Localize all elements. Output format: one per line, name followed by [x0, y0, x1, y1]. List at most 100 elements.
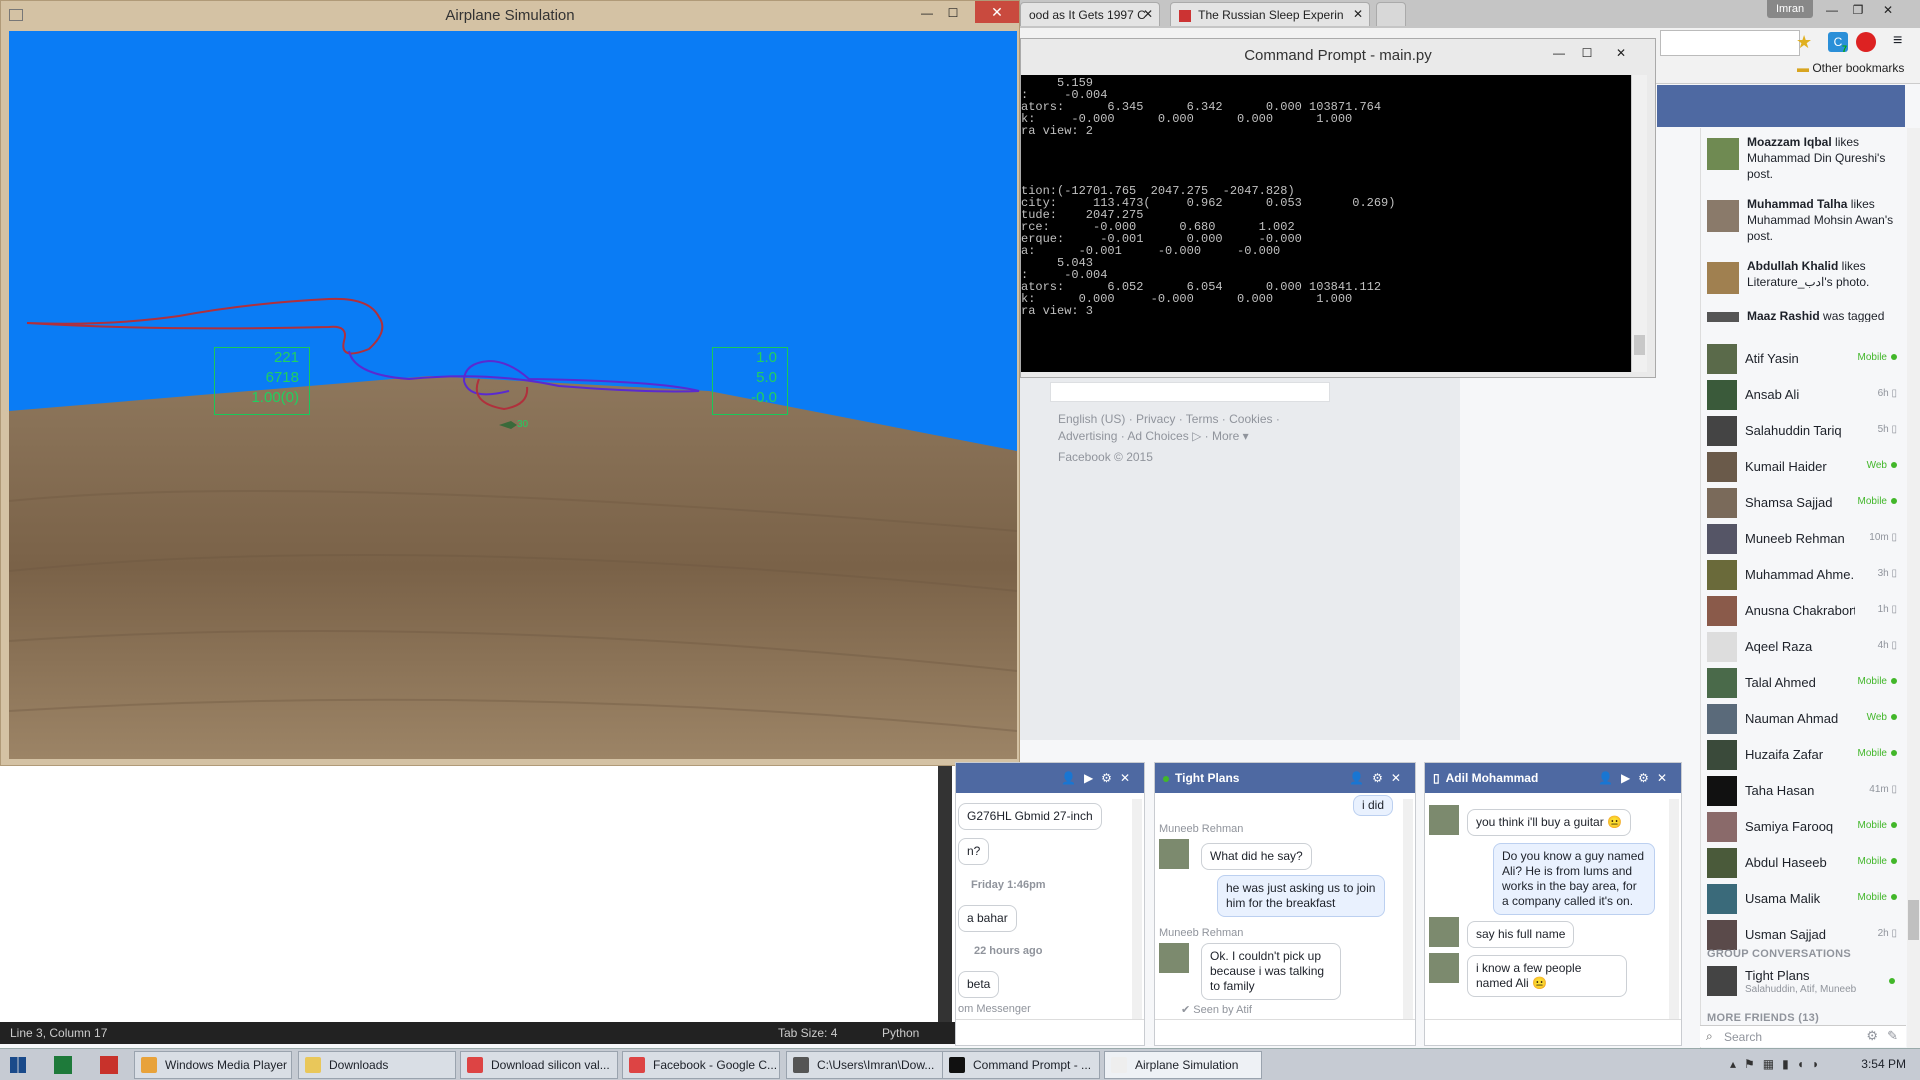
scrollbar-thumb[interactable]: [1908, 900, 1919, 940]
contact-item[interactable]: Huzaifa Zafar Mobile: [1705, 738, 1901, 772]
taskbar-item[interactable]: Downloads: [298, 1051, 456, 1079]
taskbar-item[interactable]: Download silicon val...: [460, 1051, 618, 1079]
profile-badge[interactable]: Imran: [1767, 0, 1813, 18]
tab-size[interactable]: Tab Size: 4: [778, 1026, 837, 1040]
group-conversation-item[interactable]: Tight Plans Salahuddin, Atif, Muneeb: [1705, 964, 1901, 998]
browser-tab[interactable]: The Russian Sleep Experin ✕: [1170, 2, 1370, 26]
contact-item[interactable]: Nauman Ahmad Web: [1705, 702, 1901, 736]
status-text: 6h ▯: [1877, 388, 1897, 399]
chat-input[interactable]: [1155, 1019, 1415, 1045]
contact-item[interactable]: Samiya Farooq Mobile: [1705, 810, 1901, 844]
calculator-icon[interactable]: [100, 1056, 118, 1074]
taskbar-item[interactable]: Windows Media Player: [134, 1051, 292, 1079]
star-icon[interactable]: ★: [1796, 32, 1812, 53]
menu-icon[interactable]: ≡: [1893, 32, 1902, 50]
online-dot-icon: [1163, 775, 1169, 782]
chat-header[interactable]: Tight Plans 👤⚙✕: [1155, 763, 1415, 793]
syntax-mode[interactable]: Python: [882, 1026, 919, 1040]
close-icon[interactable]: ✕: [1143, 7, 1153, 21]
contact-item[interactable]: Shamsa Sajjad Mobile: [1705, 486, 1901, 520]
taskbar-item[interactable]: Facebook - Google C...: [622, 1051, 780, 1079]
chat-input[interactable]: [956, 1019, 1144, 1045]
start-icon[interactable]: [10, 1057, 26, 1073]
contact-item[interactable]: Usman Sajjad 2h ▯: [1705, 918, 1901, 952]
seen-indicator: ✔ Seen by Atif: [1181, 1004, 1252, 1016]
avatar: [1429, 917, 1459, 947]
contact-item[interactable]: Salahuddin Tariq 5h ▯: [1705, 414, 1901, 448]
compose-icon[interactable]: ✎: [1887, 1028, 1898, 1044]
close-icon[interactable]: ✕: [1874, 0, 1902, 20]
contact-status: Mobile: [1858, 676, 1897, 687]
contact-item[interactable]: Muhammad Ahme... 3h ▯: [1705, 558, 1901, 592]
contact-item[interactable]: Anusna Chakraborty 1h ▯: [1705, 594, 1901, 628]
other-bookmarks[interactable]: ▬ Other bookmarks: [1797, 61, 1904, 75]
close-icon[interactable]: ✕: [1607, 43, 1635, 63]
chat-input[interactable]: [1425, 1019, 1681, 1045]
excel-icon[interactable]: [54, 1056, 72, 1074]
close-icon[interactable]: ✕: [1353, 7, 1363, 21]
console-output[interactable]: 5.159: -0.004 ators: 6.345 6.342 0.000 10…: [1021, 75, 1631, 372]
fb-footer-links[interactable]: English (US) · Privacy · Terms · Cookies…: [1058, 412, 1280, 426]
minimize-icon[interactable]: —: [913, 3, 941, 23]
contact-item[interactable]: Ansab Ali 6h ▯: [1705, 378, 1901, 412]
contact-item[interactable]: Muneeb Rehman 10m ▯: [1705, 522, 1901, 556]
chat-header-icons[interactable]: 👤⚙✕: [1349, 763, 1409, 793]
close-button[interactable]: ✕: [975, 1, 1019, 23]
status-text: Mobile: [1857, 748, 1887, 759]
contact-name: Muneeb Rehman: [1745, 531, 1845, 546]
online-dot-icon: [1891, 354, 1897, 361]
contact-item[interactable]: Kumail Haider Web: [1705, 450, 1901, 484]
browser-tab[interactable]: ood as It Gets 1997 C ✕: [1020, 2, 1160, 26]
address-bar[interactable]: [1660, 30, 1800, 56]
gear-icon[interactable]: ⚙: [1866, 1028, 1878, 1044]
editor-scrollbar[interactable]: [938, 766, 952, 1022]
new-tab-button[interactable]: [1376, 2, 1406, 26]
minimize-icon[interactable]: —: [1818, 0, 1846, 20]
ticker-item[interactable]: Moazzam Iqbal likes Muhammad Din Qureshi…: [1707, 134, 1905, 182]
code-editor[interactable]: [0, 766, 955, 1022]
status-text: 41m ▯: [1869, 784, 1897, 795]
fb-footer-links-2[interactable]: Advertising · Ad Choices ▷ · More ▾: [1058, 429, 1249, 443]
contact-status: 41m ▯: [1869, 784, 1897, 795]
taskbar-item[interactable]: Airplane Simulation: [1104, 1051, 1262, 1079]
taskbar-item[interactable]: C:\Users\Imran\Dow...: [786, 1051, 944, 1079]
contact-name: Samiya Farooq: [1745, 819, 1834, 834]
ticker-item[interactable]: Maaz Rashid was tagged: [1707, 308, 1905, 322]
hud-speed: 221: [273, 349, 299, 366]
taskbar-item[interactable]: Command Prompt - ...: [942, 1051, 1100, 1079]
opera-icon[interactable]: [1856, 32, 1876, 52]
chat-header-icons[interactable]: 👤▶⚙✕: [1061, 763, 1138, 793]
contact-item[interactable]: Talal Ahmed Mobile: [1705, 666, 1901, 700]
simulation-viewport[interactable]: 30 221 6718 1.00(0) 1.0 5.0 -0.0: [9, 31, 1017, 759]
minimize-icon[interactable]: —: [1545, 43, 1573, 63]
contact-status: 4h ▯: [1878, 640, 1897, 651]
clock[interactable]: 3:54 PM: [1861, 1057, 1906, 1071]
contact-status: Mobile: [1858, 892, 1897, 903]
tray-icons[interactable]: ▴⚑▦▮◖◗: [1730, 1057, 1827, 1071]
contact-item[interactable]: Aqeel Raza 4h ▯: [1705, 630, 1901, 664]
more-friends-heading: MORE FRIENDS (13): [1707, 1012, 1820, 1024]
chat-header[interactable]: ▯ Adil Mohammad 👤▶⚙✕: [1425, 763, 1681, 793]
sidebar-search[interactable]: ⌕ Search ⚙ ✎: [1700, 1025, 1906, 1047]
chat-scrollbar[interactable]: [1669, 799, 1679, 1019]
contact-item[interactable]: Usama Malik Mobile: [1705, 882, 1901, 916]
maximize-icon[interactable]: ☐: [1573, 43, 1601, 63]
maximize-icon[interactable]: ☐: [939, 3, 967, 23]
ticker-item[interactable]: Abdullah Khalid likes Literature_ادب's p…: [1707, 258, 1905, 294]
contact-status: 5h ▯: [1878, 424, 1897, 435]
ticker-item[interactable]: Muhammad Talha likes Muhammad Mohsin Awa…: [1707, 196, 1905, 244]
console-scrollbar[interactable]: [1631, 75, 1647, 372]
chat-scrollbar[interactable]: [1132, 799, 1142, 1019]
online-dot-icon: [1891, 678, 1897, 685]
restore-icon[interactable]: ❐: [1844, 0, 1872, 20]
chat-header-icons[interactable]: 👤▶⚙✕: [1598, 763, 1675, 793]
contact-item[interactable]: Taha Hasan 41m ▯: [1705, 774, 1901, 808]
chat-header[interactable]: 👤▶⚙✕: [956, 763, 1144, 793]
contact-status: 2h ▯: [1878, 928, 1897, 939]
scrollbar-thumb[interactable]: [1634, 335, 1645, 355]
chat-scrollbar[interactable]: [1403, 799, 1413, 1019]
chat-title: Adil Mohammad: [1445, 771, 1539, 785]
contact-name: Aqeel Raza: [1745, 639, 1813, 654]
contact-item[interactable]: Abdul Haseeb Mobile: [1705, 846, 1901, 880]
contact-item[interactable]: Atif Yasin Mobile: [1705, 342, 1901, 376]
